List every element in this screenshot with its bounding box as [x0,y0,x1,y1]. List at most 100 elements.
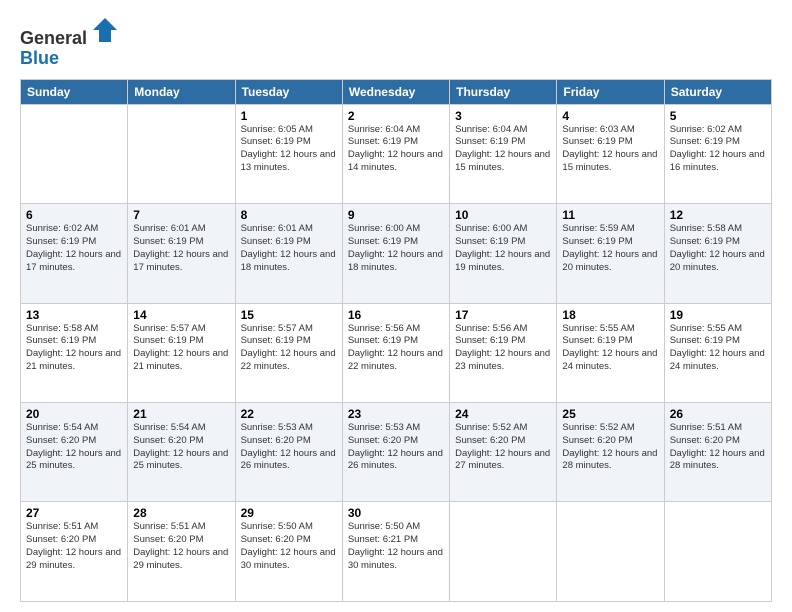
day-number: 11 [562,208,658,222]
calendar-cell: 9Sunrise: 6:00 AM Sunset: 6:19 PM Daylig… [342,204,449,303]
day-number: 28 [133,506,229,520]
weekday-header-thursday: Thursday [450,79,557,104]
calendar-cell [21,104,128,203]
calendar-cell: 20Sunrise: 5:54 AM Sunset: 6:20 PM Dayli… [21,403,128,502]
calendar-cell: 7Sunrise: 6:01 AM Sunset: 6:19 PM Daylig… [128,204,235,303]
calendar-cell: 26Sunrise: 5:51 AM Sunset: 6:20 PM Dayli… [664,403,771,502]
day-info: Sunrise: 5:55 AM Sunset: 6:19 PM Dayligh… [562,323,658,374]
logo-general: General [20,28,87,48]
calendar-row-0: 1Sunrise: 6:05 AM Sunset: 6:19 PM Daylig… [21,104,772,203]
day-info: Sunrise: 5:57 AM Sunset: 6:19 PM Dayligh… [241,323,337,374]
calendar-cell: 23Sunrise: 5:53 AM Sunset: 6:20 PM Dayli… [342,403,449,502]
day-info: Sunrise: 5:52 AM Sunset: 6:20 PM Dayligh… [562,422,658,473]
calendar-cell: 15Sunrise: 5:57 AM Sunset: 6:19 PM Dayli… [235,303,342,402]
day-number: 10 [455,208,551,222]
calendar-cell: 14Sunrise: 5:57 AM Sunset: 6:19 PM Dayli… [128,303,235,402]
day-number: 16 [348,308,444,322]
calendar-row-2: 13Sunrise: 5:58 AM Sunset: 6:19 PM Dayli… [21,303,772,402]
weekday-header-friday: Friday [557,79,664,104]
day-info: Sunrise: 5:52 AM Sunset: 6:20 PM Dayligh… [455,422,551,473]
calendar-cell: 16Sunrise: 5:56 AM Sunset: 6:19 PM Dayli… [342,303,449,402]
weekday-header-saturday: Saturday [664,79,771,104]
day-info: Sunrise: 6:05 AM Sunset: 6:19 PM Dayligh… [241,124,337,175]
day-info: Sunrise: 5:51 AM Sunset: 6:20 PM Dayligh… [670,422,766,473]
calendar-table: SundayMondayTuesdayWednesdayThursdayFrid… [20,79,772,602]
day-info: Sunrise: 5:56 AM Sunset: 6:19 PM Dayligh… [455,323,551,374]
day-number: 6 [26,208,122,222]
weekday-header-tuesday: Tuesday [235,79,342,104]
calendar-cell: 11Sunrise: 5:59 AM Sunset: 6:19 PM Dayli… [557,204,664,303]
day-number: 7 [133,208,229,222]
day-info: Sunrise: 5:58 AM Sunset: 6:19 PM Dayligh… [26,323,122,374]
day-number: 12 [670,208,766,222]
day-info: Sunrise: 5:54 AM Sunset: 6:20 PM Dayligh… [26,422,122,473]
day-number: 20 [26,407,122,421]
calendar-cell: 1Sunrise: 6:05 AM Sunset: 6:19 PM Daylig… [235,104,342,203]
calendar-row-1: 6Sunrise: 6:02 AM Sunset: 6:19 PM Daylig… [21,204,772,303]
day-number: 9 [348,208,444,222]
calendar-cell: 27Sunrise: 5:51 AM Sunset: 6:20 PM Dayli… [21,502,128,602]
day-info: Sunrise: 6:01 AM Sunset: 6:19 PM Dayligh… [241,223,337,274]
day-number: 15 [241,308,337,322]
day-info: Sunrise: 5:53 AM Sunset: 6:20 PM Dayligh… [348,422,444,473]
calendar-cell: 29Sunrise: 5:50 AM Sunset: 6:20 PM Dayli… [235,502,342,602]
day-number: 25 [562,407,658,421]
calendar-cell [128,104,235,203]
day-info: Sunrise: 5:54 AM Sunset: 6:20 PM Dayligh… [133,422,229,473]
weekday-header-wednesday: Wednesday [342,79,449,104]
day-info: Sunrise: 6:02 AM Sunset: 6:19 PM Dayligh… [670,124,766,175]
day-number: 24 [455,407,551,421]
day-number: 13 [26,308,122,322]
day-info: Sunrise: 5:59 AM Sunset: 6:19 PM Dayligh… [562,223,658,274]
day-number: 29 [241,506,337,520]
day-number: 23 [348,407,444,421]
day-info: Sunrise: 5:58 AM Sunset: 6:19 PM Dayligh… [670,223,766,274]
calendar-cell: 17Sunrise: 5:56 AM Sunset: 6:19 PM Dayli… [450,303,557,402]
calendar-cell: 12Sunrise: 5:58 AM Sunset: 6:19 PM Dayli… [664,204,771,303]
day-info: Sunrise: 5:50 AM Sunset: 6:20 PM Dayligh… [241,521,337,572]
day-number: 14 [133,308,229,322]
calendar-cell: 4Sunrise: 6:03 AM Sunset: 6:19 PM Daylig… [557,104,664,203]
calendar-header-row: SundayMondayTuesdayWednesdayThursdayFrid… [21,79,772,104]
day-number: 18 [562,308,658,322]
calendar-cell: 22Sunrise: 5:53 AM Sunset: 6:20 PM Dayli… [235,403,342,502]
calendar-cell: 21Sunrise: 5:54 AM Sunset: 6:20 PM Dayli… [128,403,235,502]
day-info: Sunrise: 6:01 AM Sunset: 6:19 PM Dayligh… [133,223,229,274]
calendar-cell: 28Sunrise: 5:51 AM Sunset: 6:20 PM Dayli… [128,502,235,602]
logo-blue: Blue [20,48,59,68]
calendar-row-4: 27Sunrise: 5:51 AM Sunset: 6:20 PM Dayli… [21,502,772,602]
day-number: 1 [241,109,337,123]
day-number: 30 [348,506,444,520]
day-info: Sunrise: 6:04 AM Sunset: 6:19 PM Dayligh… [348,124,444,175]
day-number: 19 [670,308,766,322]
day-number: 22 [241,407,337,421]
calendar-cell: 10Sunrise: 6:00 AM Sunset: 6:19 PM Dayli… [450,204,557,303]
day-info: Sunrise: 6:02 AM Sunset: 6:19 PM Dayligh… [26,223,122,274]
day-info: Sunrise: 5:57 AM Sunset: 6:19 PM Dayligh… [133,323,229,374]
calendar-cell: 24Sunrise: 5:52 AM Sunset: 6:20 PM Dayli… [450,403,557,502]
day-number: 4 [562,109,658,123]
calendar-cell: 19Sunrise: 5:55 AM Sunset: 6:19 PM Dayli… [664,303,771,402]
header: General Blue [20,16,772,69]
day-info: Sunrise: 6:00 AM Sunset: 6:19 PM Dayligh… [455,223,551,274]
page: General Blue SundayMondayTuesdayWednesda… [0,0,792,612]
day-info: Sunrise: 5:55 AM Sunset: 6:19 PM Dayligh… [670,323,766,374]
day-info: Sunrise: 5:51 AM Sunset: 6:20 PM Dayligh… [26,521,122,572]
logo-text: General Blue [20,16,119,69]
day-number: 3 [455,109,551,123]
day-info: Sunrise: 6:00 AM Sunset: 6:19 PM Dayligh… [348,223,444,274]
day-info: Sunrise: 5:51 AM Sunset: 6:20 PM Dayligh… [133,521,229,572]
day-number: 17 [455,308,551,322]
day-number: 2 [348,109,444,123]
calendar-cell [450,502,557,602]
calendar-cell: 8Sunrise: 6:01 AM Sunset: 6:19 PM Daylig… [235,204,342,303]
day-info: Sunrise: 6:03 AM Sunset: 6:19 PM Dayligh… [562,124,658,175]
logo: General Blue [20,16,119,69]
calendar-cell: 13Sunrise: 5:58 AM Sunset: 6:19 PM Dayli… [21,303,128,402]
day-info: Sunrise: 5:56 AM Sunset: 6:19 PM Dayligh… [348,323,444,374]
calendar-cell: 25Sunrise: 5:52 AM Sunset: 6:20 PM Dayli… [557,403,664,502]
calendar-cell: 6Sunrise: 6:02 AM Sunset: 6:19 PM Daylig… [21,204,128,303]
calendar-cell: 18Sunrise: 5:55 AM Sunset: 6:19 PM Dayli… [557,303,664,402]
calendar-cell: 3Sunrise: 6:04 AM Sunset: 6:19 PM Daylig… [450,104,557,203]
day-number: 26 [670,407,766,421]
